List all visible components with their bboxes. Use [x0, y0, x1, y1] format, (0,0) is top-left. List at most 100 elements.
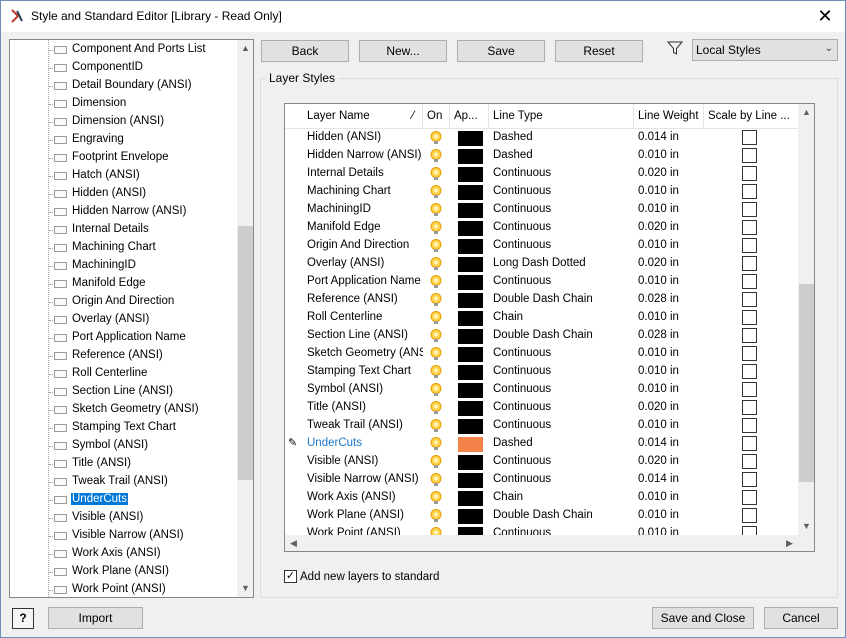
line-type-cell[interactable]: Continuous — [493, 383, 551, 395]
table-row[interactable]: MachiningID Continuous 0.010 in — [285, 201, 798, 219]
tree-item[interactable]: Work Axis (ANSI) — [10, 545, 238, 563]
tree-item[interactable]: Engraving — [10, 131, 238, 149]
tree-item[interactable]: MachiningID — [10, 257, 238, 275]
line-weight-cell[interactable]: 0.020 in — [638, 401, 679, 413]
tree-item[interactable]: Overlay (ANSI) — [10, 311, 238, 329]
line-type-cell[interactable]: Double Dash Chain — [493, 329, 593, 341]
lightbulb-icon[interactable] — [428, 328, 444, 344]
lightbulb-icon[interactable] — [428, 130, 444, 146]
scroll-right-icon[interactable]: ▶ — [781, 535, 798, 551]
color-swatch[interactable] — [458, 167, 483, 182]
color-swatch[interactable] — [458, 185, 483, 200]
scale-by-line-checkbox[interactable] — [742, 472, 757, 487]
table-row[interactable]: Sketch Geometry (ANSI) Continuous 0.010 in — [285, 345, 798, 363]
lightbulb-icon[interactable] — [428, 238, 444, 254]
table-row[interactable]: Origin And Direction Continuous 0.010 in — [285, 237, 798, 255]
tree-item[interactable]: Visible (ANSI) — [10, 509, 238, 527]
color-swatch[interactable] — [458, 473, 483, 488]
style-filter-select[interactable]: Local Styles ⌄ — [692, 39, 838, 61]
color-swatch[interactable] — [458, 293, 483, 308]
line-weight-cell[interactable]: 0.010 in — [638, 239, 679, 251]
line-type-cell[interactable]: Continuous — [493, 221, 551, 233]
tree-item[interactable]: Visible Narrow (ANSI) — [10, 527, 238, 545]
table-row[interactable]: Hidden Narrow (ANSI) Dashed 0.010 in — [285, 147, 798, 165]
tree-item[interactable]: Tweak Trail (ANSI) — [10, 473, 238, 491]
tree-item[interactable]: Origin And Direction — [10, 293, 238, 311]
line-weight-cell[interactable]: 0.010 in — [638, 491, 679, 503]
scroll-up-icon[interactable]: ▲ — [237, 40, 253, 57]
line-type-cell[interactable]: Continuous — [493, 419, 551, 431]
scale-by-line-checkbox[interactable] — [742, 310, 757, 325]
scale-by-line-checkbox[interactable] — [742, 202, 757, 217]
help-icon[interactable]: ? — [12, 608, 34, 629]
color-swatch[interactable] — [458, 437, 483, 452]
tree-item[interactable]: Detail Boundary (ANSI) — [10, 77, 238, 95]
lightbulb-icon[interactable] — [428, 274, 444, 290]
table-row[interactable]: Title (ANSI) Continuous 0.020 in — [285, 399, 798, 417]
lightbulb-icon[interactable] — [428, 454, 444, 470]
table-row[interactable]: Symbol (ANSI) Continuous 0.010 in — [285, 381, 798, 399]
tree-item[interactable]: Port Application Name — [10, 329, 238, 347]
color-swatch[interactable] — [458, 239, 483, 254]
tree-scrollbar[interactable]: ▲ ▼ — [237, 40, 253, 597]
scale-by-line-checkbox[interactable] — [742, 454, 757, 469]
table-row[interactable]: Tweak Trail (ANSI) Continuous 0.010 in — [285, 417, 798, 435]
table-row[interactable]: Hidden (ANSI) Dashed 0.014 in — [285, 129, 798, 147]
tree-item[interactable]: Work Point (ANSI) — [10, 581, 238, 597]
line-weight-cell[interactable]: 0.010 in — [638, 383, 679, 395]
lightbulb-icon[interactable] — [428, 220, 444, 236]
scale-by-line-checkbox[interactable] — [742, 184, 757, 199]
line-weight-cell[interactable]: 0.010 in — [638, 275, 679, 287]
tree-item[interactable]: Title (ANSI) — [10, 455, 238, 473]
line-weight-cell[interactable]: 0.014 in — [638, 131, 679, 143]
line-type-cell[interactable]: Chain — [493, 311, 523, 323]
scroll-down-icon[interactable]: ▼ — [237, 580, 253, 597]
lightbulb-icon[interactable] — [428, 148, 444, 164]
tree-item[interactable]: Hatch (ANSI) — [10, 167, 238, 185]
table-row[interactable]: Section Line (ANSI) Double Dash Chain 0.02… — [285, 327, 798, 345]
lightbulb-icon[interactable] — [428, 256, 444, 272]
lightbulb-icon[interactable] — [428, 346, 444, 362]
line-type-cell[interactable]: Continuous — [493, 401, 551, 413]
line-weight-cell[interactable]: 0.010 in — [638, 419, 679, 431]
lightbulb-icon[interactable] — [428, 184, 444, 200]
color-swatch[interactable] — [458, 491, 483, 506]
tree-item[interactable]: Reference (ANSI) — [10, 347, 238, 365]
new-button[interactable]: New... — [359, 40, 447, 62]
line-weight-cell[interactable]: 0.014 in — [638, 473, 679, 485]
line-type-cell[interactable]: Continuous — [493, 455, 551, 467]
table-row[interactable]: Machining Chart Continuous 0.010 in — [285, 183, 798, 201]
line-weight-cell[interactable]: 0.028 in — [638, 329, 679, 341]
scale-by-line-checkbox[interactable] — [742, 436, 757, 451]
add-new-layers-checkbox[interactable]: ✓ — [284, 570, 297, 583]
line-type-cell[interactable]: Continuous — [493, 347, 551, 359]
header-layer-name[interactable]: Layer Name ⁄ — [303, 104, 423, 129]
header-on[interactable]: On — [423, 104, 450, 129]
lightbulb-icon[interactable] — [428, 310, 444, 326]
scale-by-line-checkbox[interactable] — [742, 364, 757, 379]
line-type-cell[interactable]: Dashed — [493, 437, 533, 449]
color-swatch[interactable] — [458, 365, 483, 380]
scale-by-line-checkbox[interactable] — [742, 148, 757, 163]
lightbulb-icon[interactable] — [428, 400, 444, 416]
color-swatch[interactable] — [458, 203, 483, 218]
tree-item[interactable]: Internal Details — [10, 221, 238, 239]
table-row[interactable]: Stamping Text Chart Continuous 0.010 in — [285, 363, 798, 381]
import-button[interactable]: Import — [48, 607, 143, 629]
line-weight-cell[interactable]: 0.020 in — [638, 455, 679, 467]
color-swatch[interactable] — [458, 455, 483, 470]
lightbulb-icon[interactable] — [428, 166, 444, 182]
scale-by-line-checkbox[interactable] — [742, 490, 757, 505]
tree-item[interactable]: Work Plane (ANSI) — [10, 563, 238, 581]
color-swatch[interactable] — [458, 419, 483, 434]
line-weight-cell[interactable]: 0.010 in — [638, 185, 679, 197]
lightbulb-icon[interactable] — [428, 292, 444, 308]
scale-by-line-checkbox[interactable] — [742, 238, 757, 253]
table-row[interactable]: Internal Details Continuous 0.020 in — [285, 165, 798, 183]
tree-item[interactable]: ComponentID — [10, 59, 238, 77]
line-type-cell[interactable]: Continuous — [493, 239, 551, 251]
lightbulb-icon[interactable] — [428, 490, 444, 506]
tree-item[interactable]: Roll Centerline — [10, 365, 238, 383]
lightbulb-icon[interactable] — [428, 472, 444, 488]
tree-item[interactable]: Component And Ports List — [10, 41, 238, 59]
